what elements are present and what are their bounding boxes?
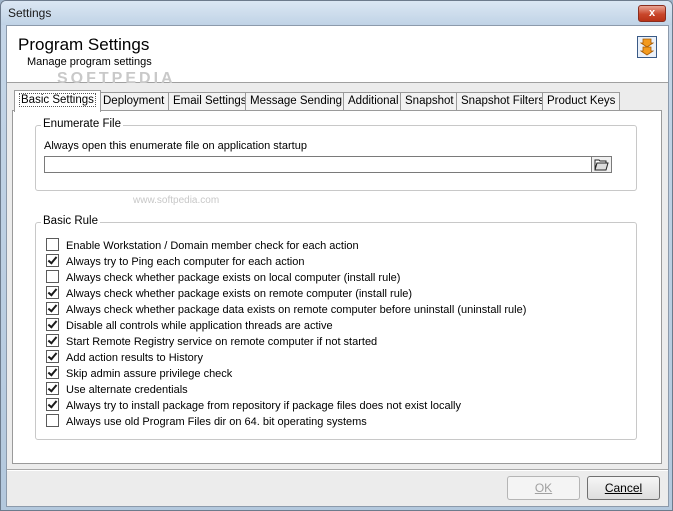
rule-item[interactable]: Disable all controls while application t… <box>46 318 526 334</box>
tab-basic-settings[interactable]: Basic Settings <box>14 90 101 112</box>
ok-button-label: OK <box>534 481 553 495</box>
checkbox-checked[interactable] <box>46 254 59 267</box>
tab-label: Product Keys <box>547 95 616 107</box>
tab-label: Message Sending <box>250 95 343 107</box>
checkbox-checked[interactable] <box>46 382 59 395</box>
folder-open-icon <box>594 159 609 171</box>
tab-product-keys[interactable]: Product Keys <box>542 92 621 110</box>
close-button[interactable]: x <box>638 5 666 22</box>
rule-list: Enable Workstation / Domain member check… <box>46 238 526 430</box>
tab-label: Deployment <box>103 95 165 107</box>
title-bar[interactable]: Settings x <box>1 1 672 25</box>
rule-label: Always check whether package exists on r… <box>66 288 413 300</box>
rule-label: Disable all controls while application t… <box>66 320 333 332</box>
checkbox-checked[interactable] <box>46 318 59 331</box>
rule-item[interactable]: Always check whether package data exists… <box>46 302 526 318</box>
rule-item[interactable]: Skip admin assure privilege check <box>46 366 526 382</box>
enumerate-file-label: Always open this enumerate file on appli… <box>44 140 307 152</box>
page-subtitle: Manage program settings <box>27 56 152 68</box>
tab-snapshot[interactable]: Snapshot <box>400 92 459 110</box>
checkbox-checked[interactable] <box>46 350 59 363</box>
checkbox-checked[interactable] <box>46 398 59 411</box>
checkbox-checked[interactable] <box>46 366 59 379</box>
tab-label: Snapshot <box>405 95 454 107</box>
basic-rule-group: Basic Rule Enable Workstation / Domain m… <box>35 215 637 440</box>
checkbox-checked[interactable] <box>46 286 59 299</box>
tab-deployment[interactable]: Deployment <box>98 92 170 110</box>
rule-item[interactable]: Always check whether package exists on r… <box>46 286 526 302</box>
rule-label: Skip admin assure privilege check <box>66 368 233 380</box>
tab-email-settings[interactable]: Email Settings <box>168 92 252 110</box>
rule-label: Start Remote Registry service on remote … <box>66 336 378 348</box>
tab-panel-basic-settings: www.softpedia.com Enumerate File Always … <box>12 110 662 464</box>
rule-item[interactable]: Always try to Ping each computer for eac… <box>46 254 526 270</box>
rule-label: Always try to install package from repos… <box>66 400 461 412</box>
cancel-button[interactable]: Cancel <box>587 476 660 500</box>
rule-label: Always use old Program Files dir on 64. … <box>66 416 367 428</box>
tab-label: Email Settings <box>173 95 247 107</box>
rule-item[interactable]: Add action results to History <box>46 350 526 366</box>
tab-label: Additional <box>348 95 399 107</box>
rule-item[interactable]: Always use old Program Files dir on 64. … <box>46 414 526 430</box>
tab-label: Basic Settings <box>19 93 96 107</box>
cancel-button-label: Cancel <box>604 481 643 495</box>
tab-snapshot-filters[interactable]: Snapshot Filters <box>456 92 550 110</box>
rule-item[interactable]: Enable Workstation / Domain member check… <box>46 238 526 254</box>
settings-window: Settings x Program Settings Manage progr… <box>0 0 673 511</box>
checkbox-unchecked[interactable] <box>46 414 59 427</box>
rule-label: Always check whether package exists on l… <box>66 272 401 284</box>
watermark-url: www.softpedia.com <box>133 195 220 206</box>
rule-item[interactable]: Start Remote Registry service on remote … <box>46 334 526 350</box>
watermark: SOFTPEDIA <box>57 70 176 87</box>
browse-button[interactable] <box>591 156 612 173</box>
checkbox-checked[interactable] <box>46 302 59 315</box>
settings-header-icon <box>637 36 657 58</box>
tab-message-sending[interactable]: Message Sending <box>245 92 348 110</box>
rule-item[interactable]: Use alternate credentials <box>46 382 526 398</box>
page-title: Program Settings <box>18 35 150 54</box>
window-title: Settings <box>8 6 52 20</box>
rule-label: Always try to Ping each computer for eac… <box>66 256 305 268</box>
header-panel: Program Settings Manage program settings… <box>7 26 668 87</box>
rule-item[interactable]: Always try to install package from repos… <box>46 398 526 414</box>
checkbox-checked[interactable] <box>46 334 59 347</box>
rule-label: Use alternate credentials <box>66 384 188 396</box>
rule-item[interactable]: Always check whether package exists on l… <box>46 270 526 286</box>
rule-label: Enable Workstation / Domain member check… <box>66 240 359 252</box>
basic-rule-group-label: Basic Rule <box>41 215 100 227</box>
enumerate-file-input[interactable] <box>44 156 611 173</box>
client-area: Program Settings Manage program settings… <box>6 25 669 507</box>
tab-additional[interactable]: Additional <box>343 92 404 110</box>
footer-divider <box>7 469 668 471</box>
rule-label: Add action results to History <box>66 352 203 364</box>
checkbox-unchecked[interactable] <box>46 270 59 283</box>
ok-button[interactable]: OK <box>507 476 580 500</box>
tab-label: Snapshot Filters <box>461 95 545 107</box>
enumerate-file-group-label: Enumerate File <box>41 118 123 130</box>
checkbox-unchecked[interactable] <box>46 238 59 251</box>
rule-label: Always check whether package data exists… <box>66 304 527 316</box>
enumerate-file-group: Enumerate File Always open this enumerat… <box>35 118 637 191</box>
